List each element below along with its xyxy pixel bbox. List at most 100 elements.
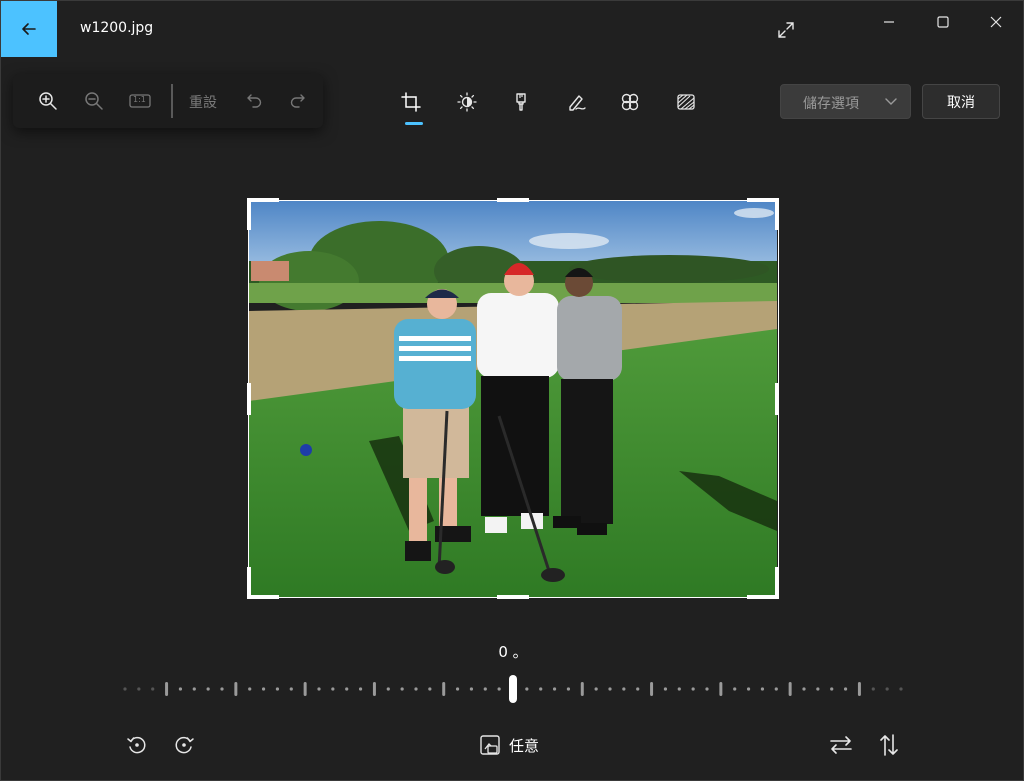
- cancel-button[interactable]: 取消: [922, 84, 1000, 119]
- title-bar: w1200.jpg: [1, 1, 1023, 57]
- crop-handle-top-left-vertical[interactable]: [247, 198, 251, 230]
- window-title: w1200.jpg: [80, 20, 154, 36]
- slider-minor-tick: [345, 687, 349, 691]
- slider-minor-tick: [622, 687, 626, 691]
- slider-minor-tick: [358, 687, 363, 691]
- close-button[interactable]: [976, 7, 1016, 37]
- save-options-button[interactable]: 儲存選項: [780, 84, 911, 119]
- zoom-out-button[interactable]: [79, 86, 109, 116]
- zoom-in-button[interactable]: [33, 86, 63, 116]
- crop-handle-top[interactable]: [497, 198, 529, 202]
- slider-major-tick: [165, 682, 169, 696]
- zoom-toolbar: 1:1 重設: [13, 74, 323, 128]
- redo-icon: [290, 94, 305, 108]
- toolbar-divider: [171, 84, 173, 118]
- aspect-ratio-button[interactable]: 任意: [479, 731, 539, 759]
- slider-minor-tick: [663, 687, 668, 691]
- slider-major-tick: [303, 682, 307, 696]
- reset-button[interactable]: 重設: [189, 92, 217, 112]
- undo-button[interactable]: [239, 86, 269, 116]
- slider-minor-tick: [733, 687, 737, 691]
- slider-minor-tick: [289, 687, 293, 691]
- photo-canvas[interactable]: [249, 201, 777, 597]
- crop-handle-right[interactable]: [775, 383, 779, 415]
- crop-handle-bottom-left[interactable]: [247, 595, 279, 599]
- aspect-ratio-icon: [480, 735, 500, 755]
- crop-handle-left[interactable]: [247, 383, 251, 415]
- slider-minor-tick: [137, 687, 141, 691]
- photos-editor-window: w1200.jpg 1:1 重設 儲存選項 取消 0 。 任意: [0, 0, 1024, 781]
- background-blur-icon: [677, 94, 695, 110]
- crop-handle-bottom-right-vertical[interactable]: [775, 567, 779, 599]
- rotate-left-button[interactable]: [121, 729, 153, 761]
- rotation-angle-readout: 0 。: [498, 643, 528, 661]
- flip-vertical-icon: [880, 734, 898, 756]
- background-tool-button[interactable]: [671, 87, 701, 117]
- brightness-icon: [457, 92, 477, 112]
- slider-major-tick: [234, 682, 238, 696]
- slider-major-tick: [580, 682, 584, 696]
- slider-minor-tick: [192, 687, 196, 691]
- flip-horizontal-icon: [830, 736, 852, 754]
- aspect-ratio-label: 任意: [509, 736, 540, 755]
- crop-icon: [401, 92, 421, 112]
- crop-handle-top-right-vertical[interactable]: [775, 198, 779, 230]
- slider-minor-tick: [248, 687, 252, 691]
- markup-pen-icon: [569, 95, 586, 111]
- slider-minor-tick: [525, 687, 529, 691]
- slider-minor-tick: [843, 687, 848, 691]
- back-arrow-icon: [22, 23, 36, 35]
- actual-size-button[interactable]: 1:1: [125, 86, 155, 116]
- slider-minor-tick: [760, 687, 765, 691]
- expand-icon: [778, 22, 794, 38]
- save-options-label: 儲存選項: [803, 96, 859, 112]
- actual-size-label: 1:1: [133, 95, 146, 104]
- rotate-left-icon: [127, 736, 146, 754]
- slider-minor-tick: [151, 687, 155, 691]
- slider-minor-tick: [774, 687, 778, 691]
- rotate-right-button[interactable]: [168, 729, 200, 761]
- slider-minor-tick: [885, 687, 889, 691]
- undo-icon: [247, 94, 262, 108]
- slider-major-tick: [442, 682, 446, 696]
- markup-tool-button[interactable]: [561, 87, 591, 117]
- slider-minor-tick: [178, 687, 183, 691]
- fullscreen-button[interactable]: [771, 15, 801, 45]
- slider-minor-tick: [802, 687, 806, 691]
- redo-button[interactable]: [283, 86, 313, 116]
- slider-minor-tick: [483, 687, 487, 691]
- crop-handle-bottom-left-vertical[interactable]: [247, 567, 251, 599]
- slider-minor-tick: [636, 687, 640, 691]
- retouch-tool-button[interactable]: [615, 87, 645, 117]
- crop-handle-bottom[interactable]: [497, 595, 529, 599]
- golf-photo-image: [249, 201, 777, 597]
- zoom-in-icon: [39, 92, 57, 110]
- minimize-icon: [884, 21, 894, 23]
- zoom-out-icon: [85, 92, 103, 110]
- slider-minor-tick: [899, 687, 903, 691]
- flip-vertical-button[interactable]: [873, 729, 905, 761]
- crop-handle-top-left[interactable]: [247, 198, 279, 202]
- slider-major-tick: [372, 682, 376, 696]
- minimize-button[interactable]: [869, 7, 909, 37]
- slider-minor-tick: [331, 687, 335, 691]
- slider-minor-tick: [386, 687, 390, 691]
- maximize-button[interactable]: [923, 7, 963, 37]
- slider-minor-tick: [705, 687, 709, 691]
- filter-icon: [516, 93, 526, 111]
- flip-horizontal-button[interactable]: [825, 729, 857, 761]
- slider-minor-tick: [206, 687, 210, 691]
- slider-minor-tick: [317, 687, 321, 691]
- slider-minor-tick: [608, 687, 612, 691]
- rotation-slider-thumb[interactable]: [509, 675, 517, 703]
- slider-minor-tick: [871, 687, 875, 691]
- filter-tool-button[interactable]: [506, 87, 536, 117]
- slider-minor-tick: [414, 687, 418, 691]
- retouch-icon: [621, 93, 639, 111]
- slider-minor-tick: [691, 687, 695, 691]
- slider-minor-tick: [677, 687, 681, 691]
- adjust-tool-button[interactable]: [452, 87, 482, 117]
- back-button[interactable]: [1, 1, 57, 57]
- crop-tool-button[interactable]: [396, 87, 426, 117]
- slider-minor-tick: [275, 687, 280, 691]
